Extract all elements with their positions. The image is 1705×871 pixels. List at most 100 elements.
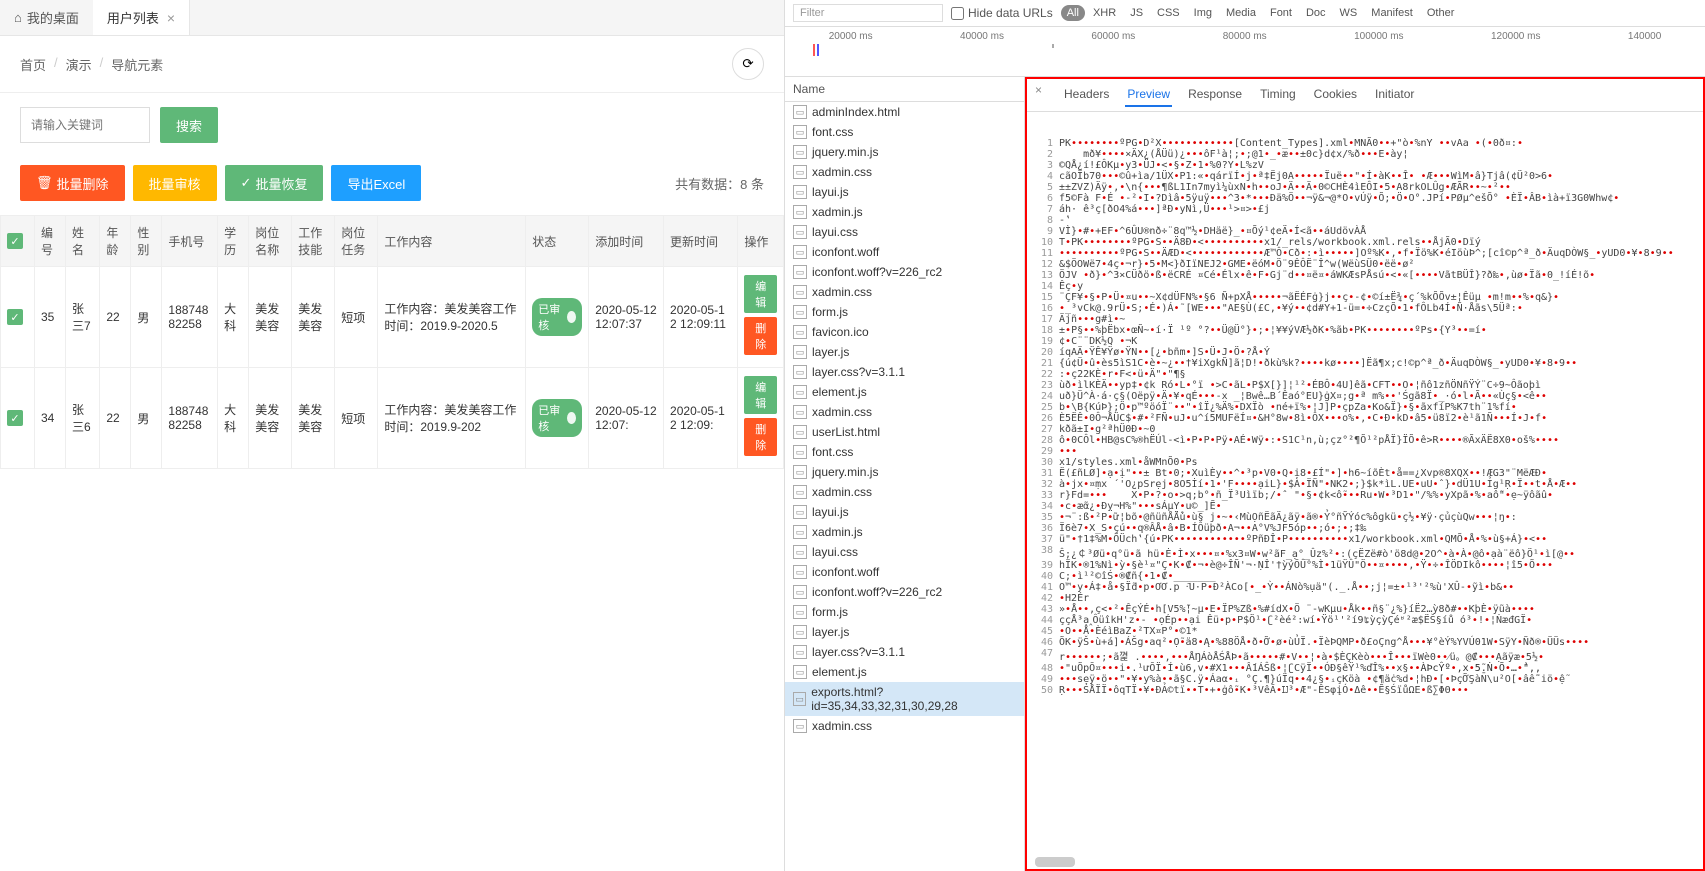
delete-button[interactable]: 删除 [744,317,777,355]
request-item[interactable]: ▭xadmin.css [785,716,1024,736]
breadcrumb-demo[interactable]: 演示 [66,55,92,74]
name-column-header[interactable]: Name [785,77,1024,102]
file-icon: ▭ [793,585,807,599]
detail-tab-initiator[interactable]: Initiator [1373,83,1416,107]
request-item[interactable]: ▭layer.js [785,342,1024,362]
filter-tag-css[interactable]: CSS [1151,5,1186,21]
batch-audit-button[interactable]: 批量审核 [133,165,217,201]
request-item[interactable]: ▭xadmin.js [785,202,1024,222]
request-item[interactable]: ▭element.js [785,382,1024,402]
request-item[interactable]: ▭exports.html?id=35,34,33,32,31,30,29,28 [785,682,1024,716]
file-icon: ▭ [793,365,807,379]
request-item[interactable]: ▭jquery.min.js [785,142,1024,162]
filter-tag-media[interactable]: Media [1220,5,1262,21]
detail-tab-response[interactable]: Response [1186,83,1244,107]
request-item[interactable]: ▭layui.css [785,222,1024,242]
filter-tag-other[interactable]: Other [1421,5,1461,21]
table-row: ✓ 34 张三6 22 男 18874882258 大科 美发美容 美发美容 短… [1,368,784,469]
filter-tag-js[interactable]: JS [1124,5,1149,21]
th-skill: 工作技能 [292,216,335,267]
request-item[interactable]: ▭layui.css [785,542,1024,562]
hide-urls-checkbox[interactable]: Hide data URLs [951,6,1053,20]
status-badge[interactable]: 已审核 [532,399,582,437]
file-icon: ▭ [793,265,807,279]
request-item[interactable]: ▭layer.css?v=3.1.1 [785,362,1024,382]
file-icon: ▭ [793,719,807,733]
filter-tag-ws[interactable]: WS [1334,5,1364,21]
tab-label: 用户列表 [107,8,159,27]
detail-tab-preview[interactable]: Preview [1125,83,1172,107]
detail-tab-headers[interactable]: Headers [1062,83,1111,107]
devtools-panel: Filter Hide data URLs AllXHRJSCSSImgMedi… [785,0,1705,871]
tab-userlist[interactable]: 用户列表 × [93,0,190,35]
filter-input[interactable]: Filter [793,4,943,22]
close-detail-icon[interactable]: × [1035,83,1042,107]
refresh-button[interactable]: ⟳ [732,48,764,80]
detail-tab-timing[interactable]: Timing [1258,83,1298,107]
edit-button[interactable]: 编辑 [744,376,777,414]
breadcrumb-home[interactable]: 首页 [20,55,46,74]
file-icon: ▭ [793,565,807,579]
edit-button[interactable]: 编辑 [744,275,777,313]
file-icon: ▭ [793,185,807,199]
request-item[interactable]: ▭font.css [785,442,1024,462]
request-item[interactable]: ▭iconfont.woff?v=226_rc2 [785,262,1024,282]
breadcrumb-current: 导航元素 [111,55,163,74]
file-icon: ▭ [793,665,807,679]
request-item[interactable]: ▭xadmin.css [785,402,1024,422]
row-checkbox[interactable]: ✓ [7,309,23,325]
status-badge[interactable]: 已审核 [532,298,582,336]
batch-delete-button[interactable]: 🗑 批量删除 [20,165,125,201]
file-icon: ▭ [793,445,807,459]
horizontal-scrollbar[interactable] [1035,857,1075,867]
request-item[interactable]: ▭xadmin.css [785,482,1024,502]
request-item[interactable]: ▭iconfont.woff?v=226_rc2 [785,582,1024,602]
request-item[interactable]: ▭layui.js [785,502,1024,522]
filter-tag-img[interactable]: Img [1188,5,1218,21]
data-count: 共有数据：8 条 [675,174,764,193]
export-excel-button[interactable]: 导出Excel [331,165,421,201]
request-item[interactable]: ▭iconfont.woff [785,562,1024,582]
file-icon: ▭ [793,285,807,299]
close-icon[interactable]: × [167,10,175,26]
th-id: 编号 [35,216,66,267]
user-table: ✓ 编号 姓名 年龄 性别 手机号 学历 岗位名称 工作技能 岗位任务 工作内容… [0,215,784,469]
filter-tag-font[interactable]: Font [1264,5,1298,21]
trash-icon: 🗑 [36,175,53,191]
request-item[interactable]: ▭jquery.min.js [785,462,1024,482]
checkbox-all[interactable]: ✓ [7,233,23,249]
request-item[interactable]: ▭layer.css?v=3.1.1 [785,642,1024,662]
request-item[interactable]: ▭iconfont.woff [785,242,1024,262]
file-icon: ▭ [793,125,807,139]
request-item[interactable]: ▭xadmin.css [785,162,1024,182]
filter-tag-manifest[interactable]: Manifest [1365,5,1419,21]
file-icon: ▭ [793,505,807,519]
filter-tag-doc[interactable]: Doc [1300,5,1332,21]
request-item[interactable]: ▭layui.js [785,182,1024,202]
filter-tag-all[interactable]: All [1061,5,1085,21]
request-item[interactable]: ▭layer.js [785,622,1024,642]
request-item[interactable]: ▭form.js [785,302,1024,322]
search-button[interactable]: 搜索 [160,107,218,143]
detail-tab-cookies[interactable]: Cookies [1312,83,1359,107]
request-item[interactable]: ▭element.js [785,662,1024,682]
request-item[interactable]: ▭favicon.ico [785,322,1024,342]
tab-home[interactable]: ⌂ 我的桌面 [0,0,93,35]
file-icon: ▭ [793,625,807,639]
th-addtime: 添加时间 [589,216,664,267]
request-item[interactable]: ▭xadmin.js [785,522,1024,542]
file-icon: ▭ [793,145,807,159]
request-item[interactable]: ▭userList.html [785,422,1024,442]
request-item[interactable]: ▭font.css [785,122,1024,142]
request-item[interactable]: ▭xadmin.css [785,282,1024,302]
filter-tag-xhr[interactable]: XHR [1087,5,1122,21]
request-item[interactable]: ▭adminIndex.html [785,102,1024,122]
row-checkbox[interactable]: ✓ [7,410,23,426]
batch-restore-button[interactable]: ✓ 批量恢复 [225,165,324,201]
tabs-bar: ⌂ 我的桌面 用户列表 × [0,0,784,36]
request-item[interactable]: ▭form.js [785,602,1024,622]
search-input[interactable] [20,107,150,143]
file-icon: ▭ [793,245,807,259]
delete-button[interactable]: 删除 [744,418,777,456]
timeline[interactable]: 20000 ms40000 ms60000 ms80000 ms100000 m… [785,27,1705,77]
